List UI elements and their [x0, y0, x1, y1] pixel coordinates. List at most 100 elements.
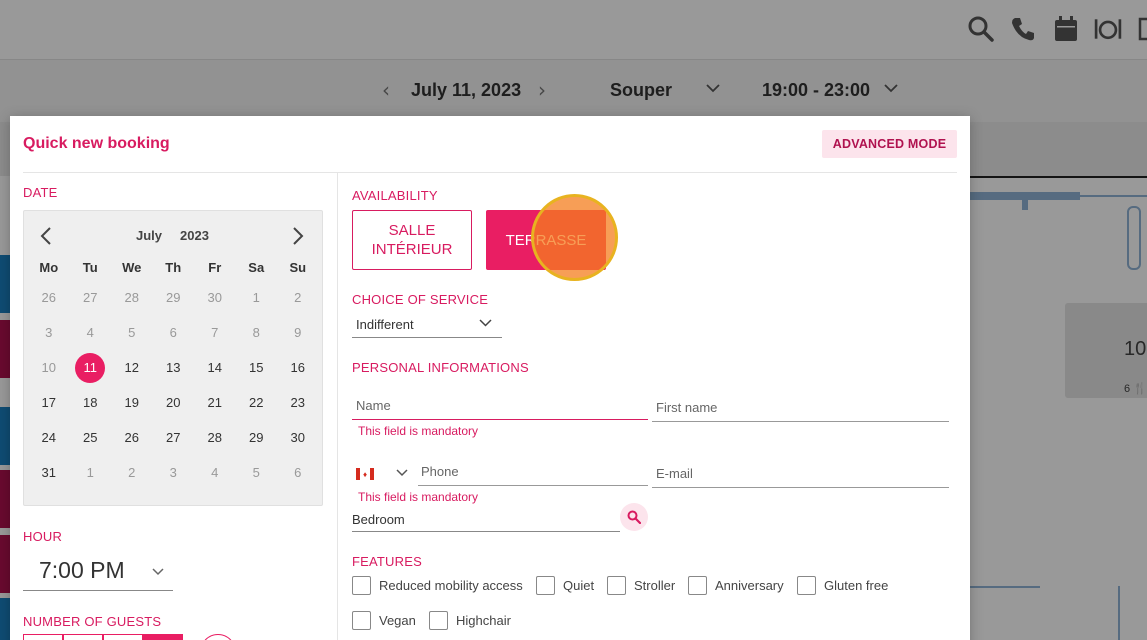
guests-option[interactable] [143, 634, 183, 640]
calendar-day[interactable]: 24 [28, 430, 70, 445]
calendar-day[interactable]: 1 [70, 465, 112, 480]
calendar-day[interactable]: 14 [194, 360, 236, 375]
calendar-day[interactable]: 3 [28, 325, 70, 340]
calendar-year[interactable]: 2023 [180, 228, 209, 243]
chevron-down-icon[interactable] [479, 319, 492, 327]
calendar-day[interactable]: 30 [277, 430, 319, 445]
day-number: 9 [294, 325, 302, 340]
feature-gluten-free[interactable]: Gluten free [797, 576, 888, 595]
calendar-day[interactable]: 25 [70, 430, 112, 445]
quick-booking-dialog: Quick new booking ADVANCED MODE DATE Jul… [10, 116, 970, 640]
checkbox[interactable] [797, 576, 816, 595]
first-name-field[interactable]: First name [652, 398, 949, 422]
calendar-day[interactable]: 6 [153, 325, 195, 340]
day-number: 16 [290, 360, 305, 375]
calendar-month[interactable]: July [136, 228, 162, 243]
calendar-day[interactable]: 2 [111, 465, 153, 480]
customer-search-button[interactable] [620, 503, 648, 531]
calendar-day[interactable]: 23 [277, 395, 319, 410]
calendar-day[interactable]: 6 [277, 465, 319, 480]
calendar-day[interactable]: 21 [194, 395, 236, 410]
personal-info-section-label: PERSONAL INFORMATIONS [352, 360, 529, 375]
calendar-day[interactable]: 30 [194, 290, 236, 305]
checkbox[interactable] [352, 611, 371, 630]
day-number: 1 [86, 465, 94, 480]
next-month-icon[interactable] [292, 227, 304, 245]
calendar-day[interactable]: 20 [153, 395, 195, 410]
day-number: 11 [75, 352, 106, 383]
checkbox[interactable] [688, 576, 707, 595]
calendar-day-selected[interactable]: 11 [70, 352, 112, 383]
room-field[interactable]: Bedroom [352, 508, 620, 532]
checkbox[interactable] [536, 576, 555, 595]
calendar-day[interactable]: 2 [277, 290, 319, 305]
feature-highchair[interactable]: Highchair [429, 611, 511, 630]
first-name-placeholder: First name [656, 400, 718, 415]
calendar-day[interactable]: 26 [28, 290, 70, 305]
day-number: 26 [124, 430, 139, 445]
calendar-day[interactable]: 5 [236, 465, 278, 480]
calendar-day[interactable]: 27 [70, 290, 112, 305]
feature-reduced-mobility[interactable]: Reduced mobility access [352, 576, 523, 595]
calendar-day[interactable]: 15 [236, 360, 278, 375]
calendar-day[interactable]: 19 [111, 395, 153, 410]
calendar-day[interactable]: 3 [153, 465, 195, 480]
calendar-day[interactable]: 7 [194, 325, 236, 340]
guests-option[interactable] [23, 634, 63, 640]
calendar-day[interactable]: 12 [111, 360, 153, 375]
feature-anniversary[interactable]: Anniversary [688, 576, 784, 595]
chevron-down-icon[interactable] [152, 568, 164, 576]
day-number: 17 [41, 395, 56, 410]
name-placeholder: Name [356, 398, 391, 413]
calendar-day[interactable]: 28 [194, 430, 236, 445]
calendar-day[interactable]: 10 [28, 360, 70, 375]
room-salle-interieur-button[interactable]: SALLE INTÉRIEUR [352, 210, 472, 270]
weekday-label: Fr [208, 259, 222, 275]
checkbox[interactable] [607, 576, 626, 595]
prev-month-icon[interactable] [40, 227, 52, 245]
calendar-day[interactable]: 9 [277, 325, 319, 340]
calendar-day[interactable]: 1 [236, 290, 278, 305]
calendar-day[interactable]: 26 [111, 430, 153, 445]
calendar-day[interactable]: 4 [70, 325, 112, 340]
calendar-day[interactable]: 29 [153, 290, 195, 305]
calendar-grid: Mo Tu We Th Fr Sa Su 26 27 28 29 30 1 2 3 4 5 6 7 8 9 10 11 12 1… [28, 254, 319, 490]
chevron-down-icon[interactable] [396, 469, 408, 477]
room-terrasse-button[interactable]: TERRASSE [486, 210, 606, 270]
day-number: 4 [211, 465, 219, 480]
email-placeholder: E-mail [656, 466, 693, 481]
guests-option[interactable] [103, 634, 143, 640]
feature-quiet[interactable]: Quiet [536, 576, 594, 595]
phone-field[interactable]: Phone [418, 462, 648, 486]
guests-option[interactable] [63, 634, 103, 640]
feature-stroller[interactable]: Stroller [607, 576, 675, 595]
feature-label: Reduced mobility access [379, 578, 523, 593]
day-number: 8 [252, 325, 260, 340]
day-number: 3 [169, 465, 177, 480]
day-number: 31 [41, 465, 56, 480]
day-number: 29 [166, 290, 181, 305]
calendar-day[interactable]: 22 [236, 395, 278, 410]
calendar-day[interactable]: 18 [70, 395, 112, 410]
calendar-day[interactable]: 4 [194, 465, 236, 480]
calendar-day[interactable]: 29 [236, 430, 278, 445]
email-field[interactable]: E-mail [652, 464, 949, 488]
calendar-day[interactable]: 16 [277, 360, 319, 375]
feature-vegan[interactable]: Vegan [352, 611, 416, 630]
calendar-day[interactable]: 8 [236, 325, 278, 340]
checkbox[interactable] [352, 576, 371, 595]
canada-flag-icon[interactable]: ♦ [356, 468, 374, 480]
guests-more-button[interactable] [200, 634, 236, 640]
name-field[interactable]: Name [352, 396, 648, 420]
phone-error-message: This field is mandatory [358, 490, 479, 504]
hour-select[interactable]: 7:00 PM [23, 555, 173, 591]
checkbox[interactable] [429, 611, 448, 630]
calendar-day[interactable]: 31 [28, 465, 70, 480]
calendar-day[interactable]: 17 [28, 395, 70, 410]
calendar-day[interactable]: 13 [153, 360, 195, 375]
calendar-day[interactable]: 27 [153, 430, 195, 445]
calendar-day[interactable]: 28 [111, 290, 153, 305]
calendar-day[interactable]: 5 [111, 325, 153, 340]
search-icon [627, 510, 641, 524]
advanced-mode-button[interactable]: ADVANCED MODE [822, 130, 957, 158]
